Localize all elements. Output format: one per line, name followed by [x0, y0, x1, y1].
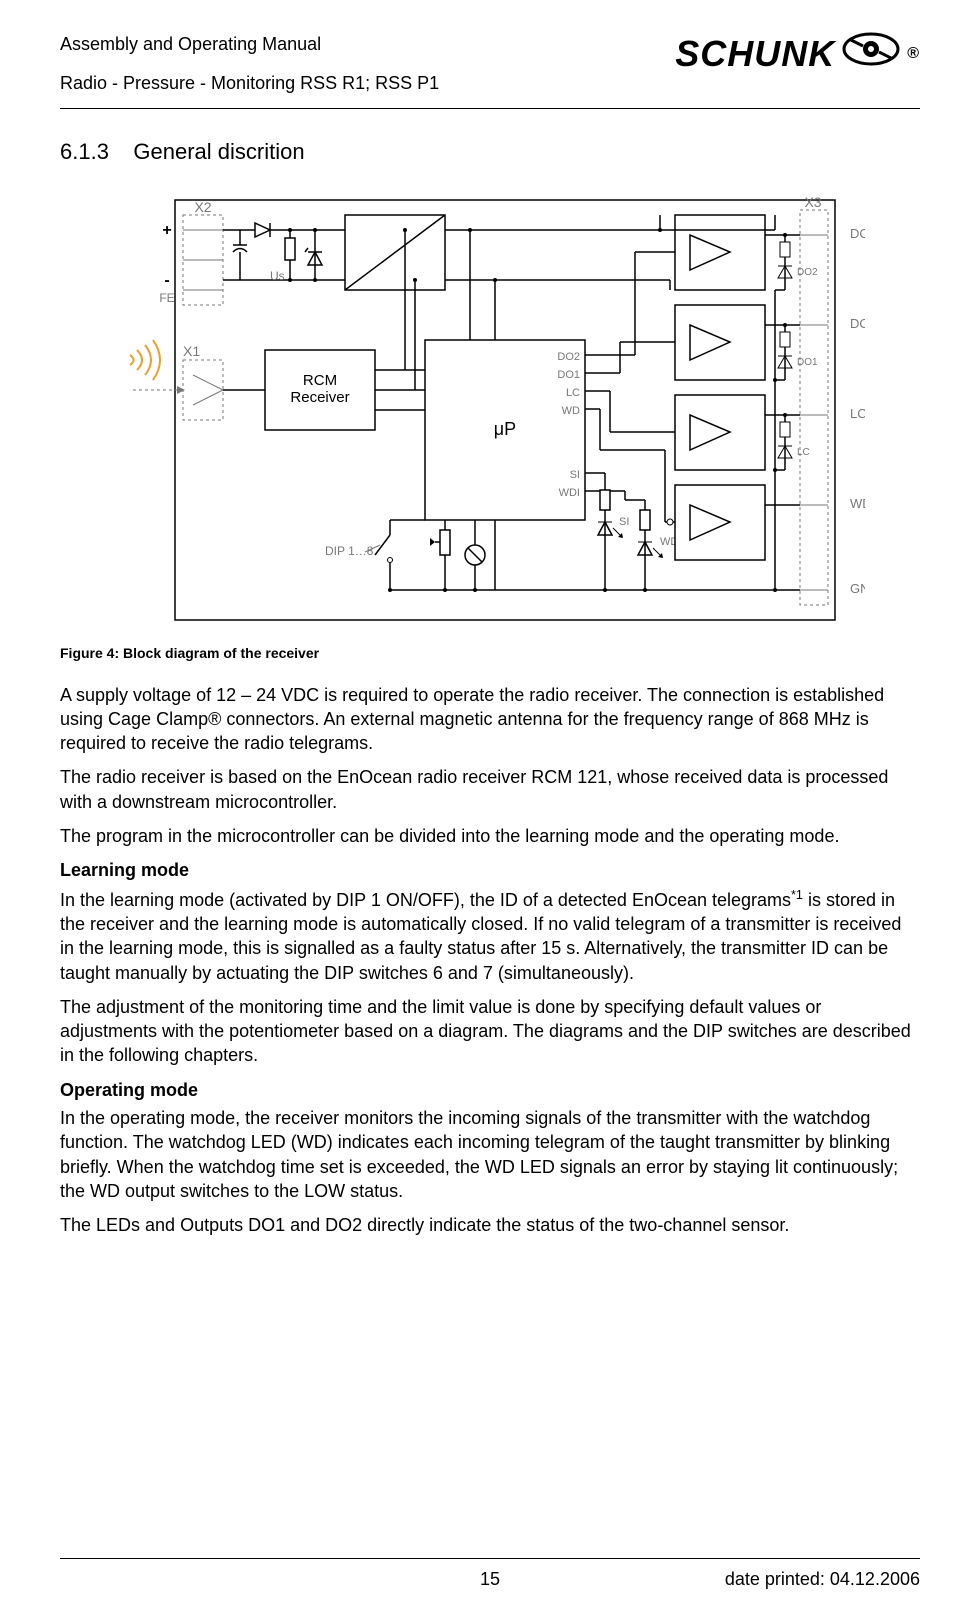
svg-text:+: + [162, 222, 171, 239]
paragraph-1: A supply voltage of 12 – 24 VDC is requi… [60, 683, 920, 756]
svg-text:SI: SI [619, 516, 629, 528]
svg-text:SI: SI [570, 469, 580, 481]
logo-icon [841, 30, 901, 77]
manual-title: Assembly and Operating Manual [60, 30, 439, 59]
svg-text:WD: WD [850, 496, 865, 511]
paragraph-4: In the learning mode (activated by DIP 1… [60, 887, 920, 985]
block-diagram-figure: X2 + - FE Us [60, 190, 920, 635]
brand-name: SCHUNK [675, 33, 835, 75]
section-title: General discrition [133, 139, 304, 164]
block-diagram-svg: X2 + - FE Us [115, 190, 865, 630]
svg-text:GND: GND [850, 581, 865, 596]
brand-logo: SCHUNK ® [675, 30, 920, 77]
label-x2: X2 [194, 199, 211, 215]
product-line: Radio - Pressure - Monitoring RSS R1; RS… [60, 69, 439, 98]
svg-text:DO2: DO2 [850, 226, 865, 241]
svg-text:WDI: WDI [559, 487, 580, 499]
label-up: μP [494, 419, 516, 439]
print-date: date printed: 04.12.2006 [725, 1569, 920, 1590]
svg-text:DO1: DO1 [850, 316, 865, 331]
body-text: A supply voltage of 12 – 24 VDC is requi… [60, 683, 920, 1238]
svg-text:DO2: DO2 [557, 351, 580, 363]
label-receiver: Receiver [290, 389, 349, 406]
section-number: 6.1.3 [60, 139, 109, 164]
svg-text:FE: FE [159, 291, 174, 305]
svg-text:Us: Us [270, 269, 285, 283]
label-rcm: RCM [303, 372, 337, 389]
svg-text:X3: X3 [804, 194, 821, 210]
svg-text:X1: X1 [183, 343, 200, 359]
svg-text:-: - [164, 272, 169, 289]
page-number: 15 [480, 1569, 500, 1590]
paragraph-2: The radio receiver is based on the EnOce… [60, 765, 920, 814]
svg-text:LC: LC [566, 387, 580, 399]
trademark-symbol: ® [907, 45, 920, 63]
svg-text:DO1: DO1 [557, 369, 580, 381]
paragraph-3: The program in the microcontroller can b… [60, 824, 920, 848]
svg-text:LC: LC [850, 406, 865, 421]
heading-learning-mode: Learning mode [60, 858, 920, 882]
section-heading: 6.1.3 General discrition [60, 139, 920, 165]
paragraph-6: In the operating mode, the receiver moni… [60, 1106, 920, 1203]
header-text: Assembly and Operating Manual Radio - Pr… [60, 30, 439, 98]
paragraph-5: The adjustment of the monitoring time an… [60, 995, 920, 1068]
figure-caption: Figure 4: Block diagram of the receiver [60, 645, 920, 661]
svg-text:LC: LC [797, 447, 810, 458]
svg-text:WD: WD [562, 405, 580, 417]
heading-operating-mode: Operating mode [60, 1078, 920, 1102]
page-footer: 15 date printed: 04.12.2006 [60, 1558, 920, 1590]
page-header: Assembly and Operating Manual Radio - Pr… [60, 30, 920, 109]
paragraph-7: The LEDs and Outputs DO1 and DO2 directl… [60, 1213, 920, 1237]
